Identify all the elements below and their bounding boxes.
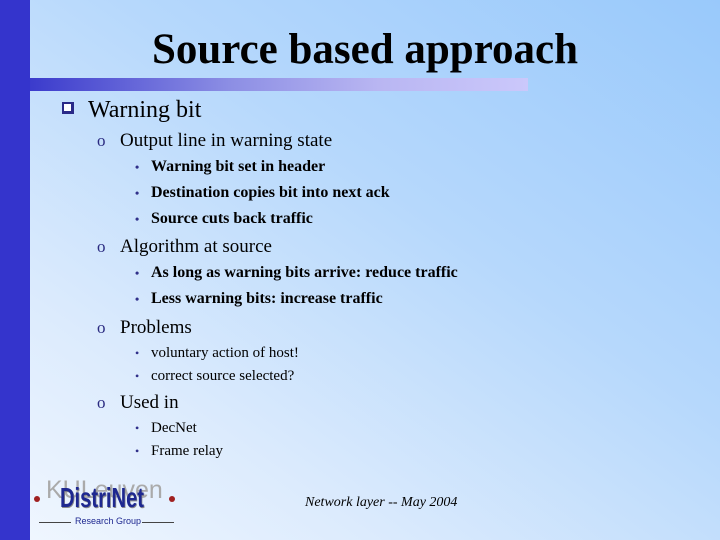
list-item-text: Source cuts back traffic xyxy=(151,210,313,227)
logo-name: DistriNet xyxy=(60,482,145,513)
slide-footer: Network layer -- May 2004 xyxy=(305,495,458,510)
logo-dot-icon xyxy=(169,496,175,502)
slide: Source based approach Warning bit o Outp… xyxy=(0,0,720,540)
dot-bullet-icon: • xyxy=(135,444,140,458)
dot-bullet-icon: • xyxy=(135,369,140,383)
list-item-text: correct source selected? xyxy=(151,368,295,384)
sub-bullet-text: Algorithm at source xyxy=(120,236,272,257)
circle-bullet-icon: o xyxy=(97,393,106,412)
dot-bullet-icon: • xyxy=(135,212,140,226)
sub-bullet-text: Used in xyxy=(120,392,179,413)
logo-rule xyxy=(142,522,174,523)
logo-subtitle: Research Group xyxy=(75,516,142,526)
distrinet-logo: KULeuven DistriNet Research Group xyxy=(34,476,184,534)
dot-bullet-icon: • xyxy=(135,421,140,435)
dot-bullet-icon: • xyxy=(135,292,140,306)
circle-bullet-icon: o xyxy=(97,131,106,150)
dot-bullet-icon: • xyxy=(135,266,140,280)
list-item-text: Warning bit set in header xyxy=(151,158,326,175)
list-item-text: Frame relay xyxy=(151,443,224,459)
left-accent-bar xyxy=(0,0,30,540)
list-item-text: As long as warning bits arrive: reduce t… xyxy=(151,264,458,281)
circle-bullet-icon: o xyxy=(97,318,106,337)
sub-bullet-text: Problems xyxy=(120,317,192,338)
dot-bullet-icon: • xyxy=(135,186,140,200)
dot-bullet-icon: • xyxy=(135,346,140,360)
list-item-text: Destination copies bit into next ack xyxy=(151,184,390,201)
list-item-text: voluntary action of host! xyxy=(151,345,299,361)
list-item-text: DecNet xyxy=(151,420,197,436)
list-item-text: Less warning bits: increase traffic xyxy=(151,290,383,307)
slide-title-text: Source based approach xyxy=(151,26,579,73)
square-bullet-icon xyxy=(62,102,74,114)
logo-dot-icon xyxy=(34,496,40,502)
title-divider xyxy=(30,78,528,91)
sub-bullet-text: Output line in warning state xyxy=(120,130,333,151)
circle-bullet-icon: o xyxy=(97,237,106,256)
dot-bullet-icon: • xyxy=(135,160,140,174)
slide-title: Source based approach xyxy=(30,24,720,76)
bullet-text: Warning bit xyxy=(88,97,202,123)
logo-rule xyxy=(39,522,71,523)
